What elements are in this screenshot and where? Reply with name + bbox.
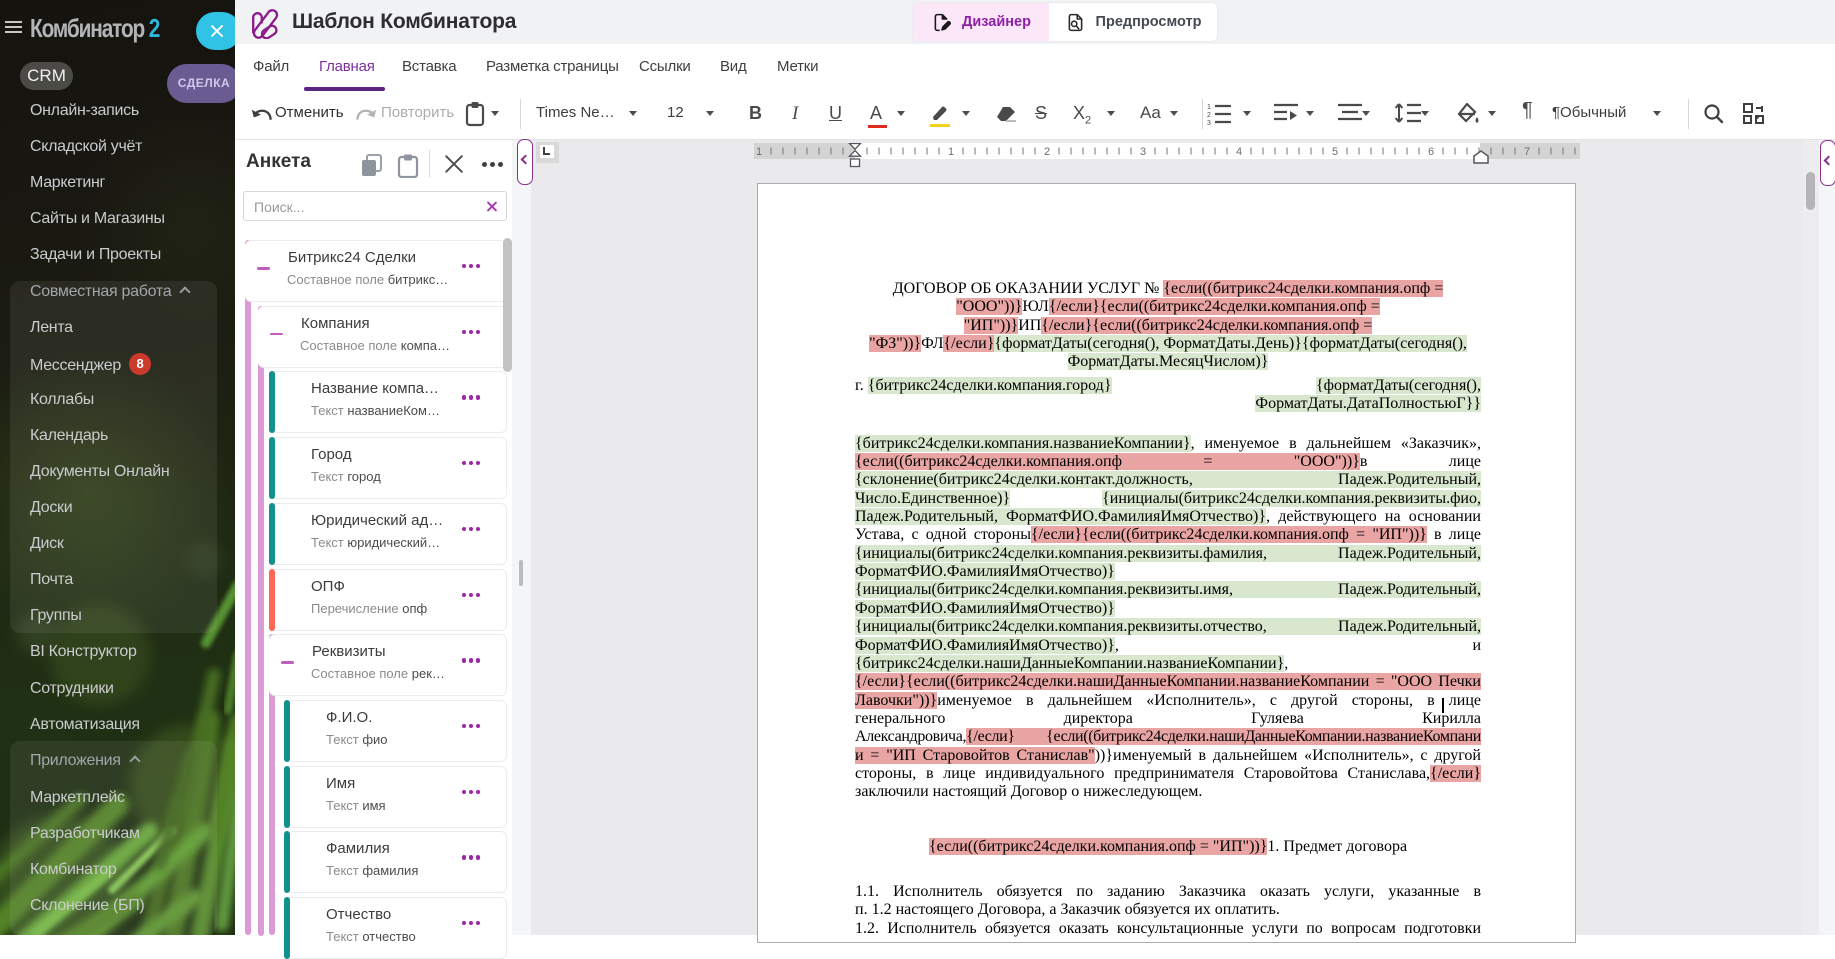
svg-text:4: 4	[1236, 146, 1242, 158]
svg-text:7: 7	[1524, 146, 1530, 158]
svg-text:1: 1	[756, 146, 762, 158]
svg-text:5: 5	[1332, 146, 1338, 158]
svg-text:2: 2	[1044, 146, 1050, 158]
svg-text:3: 3	[1140, 146, 1146, 158]
svg-text:2: 2	[1207, 112, 1211, 119]
svg-text:6: 6	[1428, 146, 1434, 158]
svg-text:3: 3	[1207, 120, 1211, 125]
svg-text:1: 1	[948, 146, 954, 158]
svg-text:1: 1	[1207, 104, 1211, 111]
